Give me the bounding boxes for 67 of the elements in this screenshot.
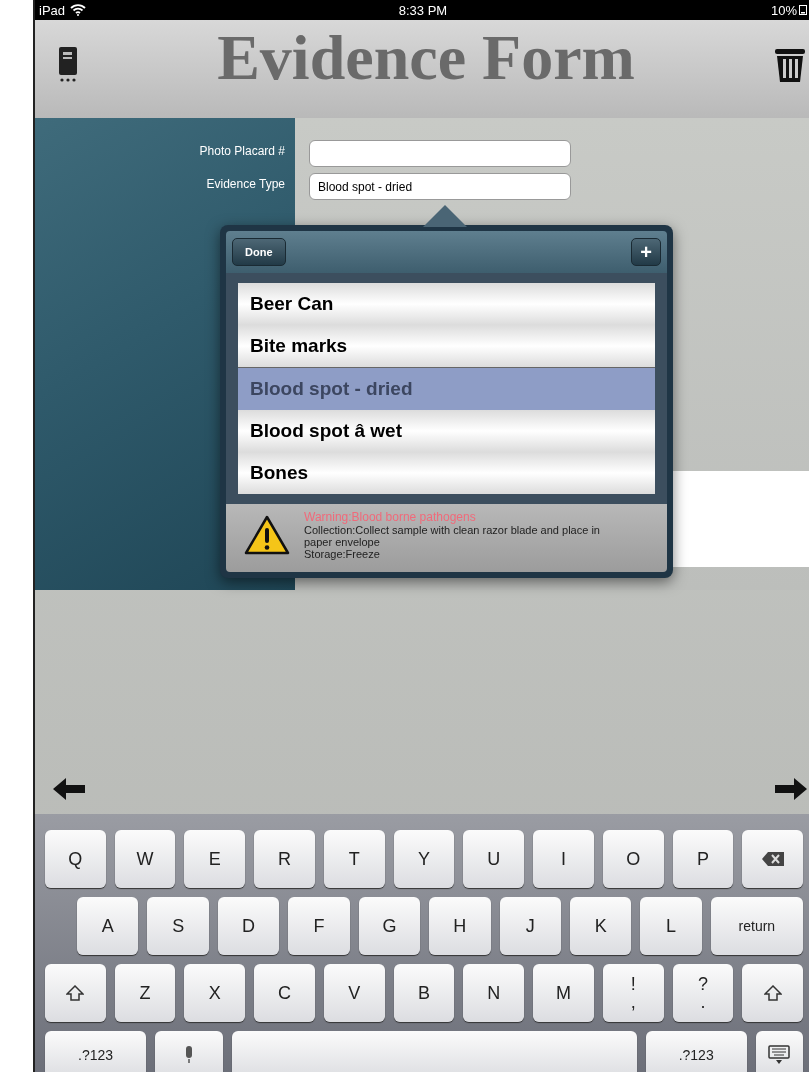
picker-wheel[interactable]: Beer Can Bite marks Blood spot - dried Blood spot â wet Bones (226, 273, 667, 504)
microphone-key[interactable] (155, 1031, 223, 1072)
key[interactable]: U (463, 830, 525, 888)
hide-keyboard-key[interactable] (755, 1031, 803, 1072)
picker-item[interactable]: Bite marks (238, 325, 655, 367)
left-arrow-icon[interactable] (53, 778, 85, 800)
key[interactable]: P (672, 830, 734, 888)
page-title: Evidence Form (217, 21, 635, 95)
microphone-icon (183, 1046, 194, 1064)
key[interactable]: H (429, 897, 491, 955)
key[interactable]: I (533, 830, 594, 888)
warning-text: Warning:Blood borne pathogens (304, 510, 477, 524)
key[interactable]: F (288, 897, 350, 955)
key[interactable]: Z (114, 964, 176, 1022)
key[interactable]: return (710, 897, 803, 955)
battery-icon (799, 5, 807, 15)
clock-time: 8:33 PM (398, 2, 448, 18)
key[interactable]: ! , (602, 964, 664, 1022)
key[interactable]: R (254, 830, 315, 888)
key[interactable]: J (499, 897, 561, 955)
input-field[interactable]: Blood spot - dried (309, 173, 571, 200)
key[interactable]: S (147, 897, 209, 955)
field-label: Photo Placard # (199, 144, 285, 158)
keyboard-icon (768, 1045, 791, 1065)
wifi-icon (70, 4, 87, 16)
device-name: iPad (39, 2, 66, 18)
key[interactable]: O (602, 830, 664, 888)
battery-percent: 10% (770, 2, 797, 18)
shift-key[interactable] (45, 964, 106, 1022)
key[interactable]: ? . (672, 964, 734, 1022)
instruction-text: Collection:Collect sample with clean razor blade and place in paper envelope (304, 524, 601, 548)
key[interactable]: V (323, 964, 385, 1022)
key[interactable]: C (254, 964, 315, 1022)
key[interactable]: W (114, 830, 176, 888)
key[interactable]: .?123 (45, 1031, 147, 1072)
input-field[interactable] (309, 140, 571, 167)
popover-arrow (423, 205, 467, 227)
warning-icon (244, 515, 290, 555)
key[interactable]: M (533, 964, 594, 1022)
backspace-key[interactable] (742, 830, 804, 888)
notebook-icon[interactable] (57, 47, 79, 83)
key[interactable]: L (640, 897, 702, 955)
key[interactable]: X (184, 964, 246, 1022)
key[interactable]: T (323, 830, 385, 888)
key[interactable]: Y (393, 830, 455, 888)
right-arrow-icon[interactable] (775, 778, 807, 800)
trash-icon[interactable] (773, 47, 807, 83)
add-button[interactable]: + (631, 238, 661, 266)
key[interactable]: B (393, 964, 455, 1022)
key[interactable]: .?123 (645, 1031, 747, 1072)
picker-item[interactable]: Beer Can (238, 283, 655, 325)
key[interactable]: G (358, 897, 421, 955)
picker-item[interactable]: Blood spot â wet (238, 410, 655, 452)
shift-arrow-icon (763, 985, 782, 1001)
instruction-text: Storage:Freeze (304, 548, 381, 560)
key[interactable]: Q (45, 830, 106, 888)
key[interactable]: D (217, 897, 280, 955)
key[interactable]: K (569, 897, 632, 955)
key[interactable]: N (463, 964, 525, 1022)
done-button[interactable]: Done (232, 238, 286, 266)
key[interactable]: E (184, 830, 246, 888)
shift-arrow-icon (66, 985, 85, 1001)
backspace-icon (761, 852, 784, 866)
field-label: Evidence Type (206, 177, 285, 191)
shift-key[interactable] (742, 964, 804, 1022)
key[interactable]: A (77, 897, 139, 955)
picker-item[interactable]: Bones (238, 452, 655, 494)
